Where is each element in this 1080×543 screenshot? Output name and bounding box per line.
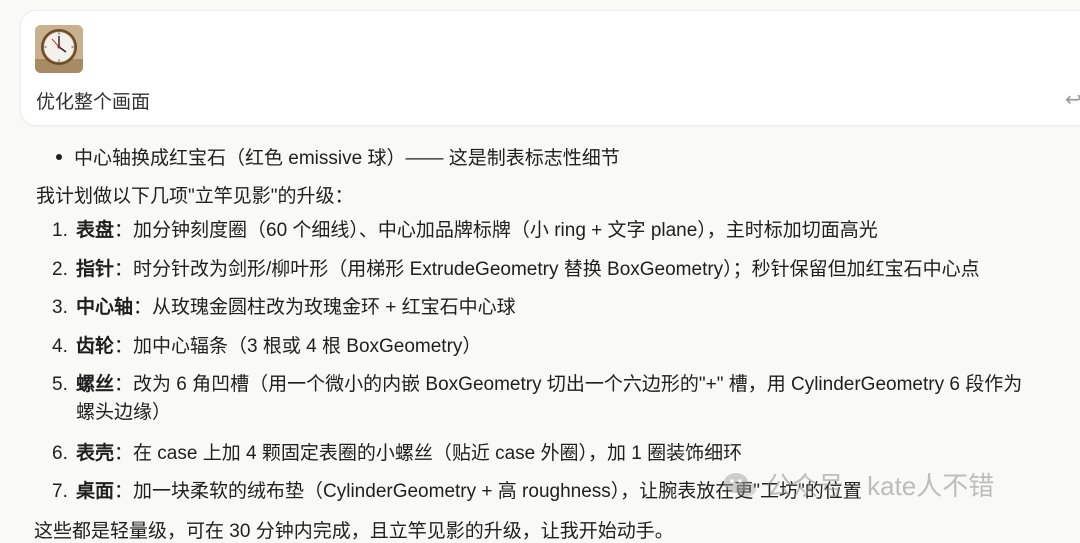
bullet-item: 中心轴换成红宝石（红色 emissive 球）—— 这是制表标志性细节 — [56, 143, 620, 170]
user-message-card: 优化整个画面 ↩ — [20, 10, 1080, 126]
item-number: 4. — [52, 336, 68, 357]
item-text-continuation: 螺头边缘） — [76, 402, 172, 423]
item-number: 1. — [52, 220, 68, 241]
attachment-thumbnail[interactable] — [35, 25, 83, 73]
item-title: 指针 — [76, 259, 115, 280]
watermark-text: 公众号 · kate人不错 — [766, 471, 995, 501]
item-text: ：在 case 上加 4 颗固定表圈的小螺丝（贴近 case 外圈），加 1 圈… — [114, 443, 743, 464]
watermark: 公众号 · kate人不错 — [722, 466, 994, 503]
item-title: 螺丝 — [76, 374, 115, 395]
reply-arrow-icon[interactable]: ↩ — [1065, 87, 1080, 112]
item-text: ：改为 6 角凹槽（用一个微小的内嵌 BoxGeometry 切出一个六边形的"… — [114, 374, 1023, 395]
list-item: 2. 指针：时分针改为剑形/柳叶形（用梯形 ExtrudeGeometry 替换 … — [52, 256, 980, 284]
list-item: 3. 中心轴：从玫瑰金圆柱改为玫瑰金环 + 红宝石中心球 — [52, 294, 516, 322]
list-item: 5. 螺丝：改为 6 角凹槽（用一个微小的内嵌 BoxGeometry 切出一个六… — [52, 371, 1022, 427]
item-number: 7. — [52, 481, 68, 502]
item-title: 表壳 — [76, 443, 115, 464]
item-title: 齿轮 — [76, 336, 115, 357]
list-item: 6. 表壳：在 case 上加 4 颗固定表圈的小螺丝（贴近 case 外圈），加… — [52, 440, 742, 468]
watch-image-icon — [35, 25, 83, 73]
item-number: 6. — [52, 443, 68, 464]
item-text: ：加中心辐条（3 根或 4 根 BoxGeometry） — [114, 336, 482, 357]
list-item: 1. 表盘：加分钟刻度圈（60 个细线）、中心加品牌标牌（小 ring + 文字 … — [52, 217, 878, 245]
wechat-icon — [724, 472, 756, 497]
item-number: 3. — [52, 297, 68, 318]
item-number: 5. — [52, 374, 68, 395]
item-text: ：从玫瑰金圆柱改为玫瑰金环 + 红宝石中心球 — [133, 297, 516, 318]
intro-text: 我计划做以下几项"立竿见影"的升级： — [36, 186, 354, 207]
closing-text: 这些都是轻量级，可在 30 分钟内完成，且立竿见影的升级，让我开始动手。 — [34, 521, 674, 542]
item-number: 2. — [52, 259, 68, 280]
item-text: ：时分针改为剑形/柳叶形（用梯形 ExtrudeGeometry 替换 BoxG… — [114, 259, 980, 280]
item-title: 桌面 — [76, 481, 115, 502]
list-item: 4. 齿轮：加中心辐条（3 根或 4 根 BoxGeometry） — [52, 333, 481, 361]
bullet-text: 中心轴换成红宝石（红色 emissive 球）—— 这是制表标志性细节 — [74, 148, 620, 169]
user-message-text: 优化整个画面 — [36, 92, 151, 113]
item-title: 表盘 — [76, 220, 115, 241]
bullet-dot-icon — [56, 153, 62, 160]
item-text: ：加分钟刻度圈（60 个细线）、中心加品牌标牌（小 ring + 文字 plan… — [114, 220, 878, 241]
item-title: 中心轴 — [76, 297, 134, 318]
